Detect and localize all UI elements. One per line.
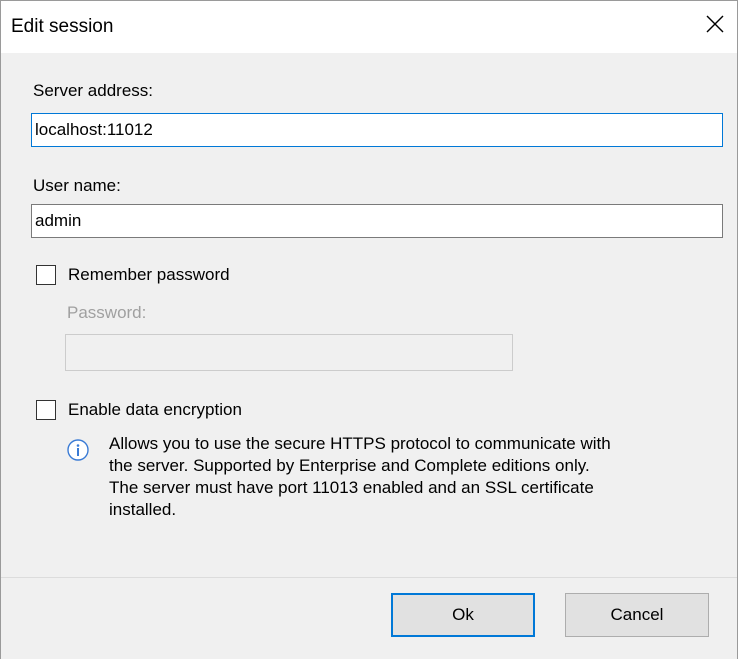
- remember-password-label: Remember password: [68, 265, 230, 284]
- close-icon: [706, 15, 724, 33]
- enable-encryption-checkbox-row[interactable]: Enable data encryption: [36, 400, 296, 422]
- close-button[interactable]: [693, 1, 737, 47]
- remember-password-checkbox[interactable]: [36, 265, 56, 285]
- info-icon: [67, 439, 89, 461]
- info-line: The server must have port 11013 enabled …: [109, 478, 594, 497]
- info-line: the server. Supported by Enterprise and …: [109, 456, 590, 475]
- user-name-input[interactable]: [31, 204, 723, 238]
- window-title: Edit session: [11, 16, 114, 37]
- enable-encryption-checkbox[interactable]: [36, 400, 56, 420]
- user-name-label: User name:: [33, 176, 121, 195]
- info-line: installed.: [109, 500, 177, 519]
- ok-button[interactable]: Ok: [391, 593, 535, 637]
- title-bar: Edit session: [1, 1, 737, 53]
- info-line: Allows you to use the secure HTTPS proto…: [109, 434, 611, 453]
- password-label: Password:: [67, 303, 147, 322]
- encryption-info-text: Allows you to use the secure HTTPS proto…: [109, 433, 729, 521]
- server-address-label: Server address:: [33, 81, 153, 100]
- dialog-footer: Ok Cancel: [1, 577, 737, 659]
- edit-session-dialog: Edit session Server address: User name: …: [0, 0, 738, 659]
- cancel-button[interactable]: Cancel: [565, 593, 709, 637]
- remember-password-checkbox-row[interactable]: Remember password: [36, 265, 276, 287]
- enable-encryption-label: Enable data encryption: [68, 400, 242, 419]
- dialog-content: Server address: User name: Remember pass…: [1, 53, 737, 577]
- password-input[interactable]: [65, 334, 513, 371]
- server-address-input[interactable]: [31, 113, 723, 147]
